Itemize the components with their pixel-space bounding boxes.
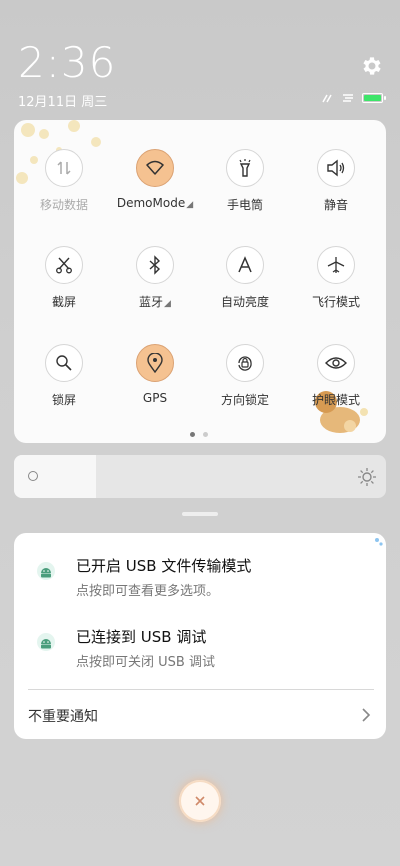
volume-icon: [317, 149, 355, 187]
brightness-slider[interactable]: [14, 455, 386, 498]
lock-screen-icon: [45, 344, 83, 382]
tile-silent[interactable]: 静音: [290, 149, 382, 213]
tile-label: 蓝牙: [139, 295, 164, 309]
unimportant-label: 不重要通知: [28, 709, 98, 725]
dropdown-caret-icon: ◢: [164, 299, 171, 309]
tile-auto-brightness[interactable]: 自动亮度: [199, 246, 291, 310]
notification-title: 已开启 USB 文件传输模式: [76, 557, 252, 575]
mobile-data-icon: [45, 149, 83, 187]
clock-time: 2:36: [18, 38, 117, 87]
tile-bluetooth[interactable]: 蓝牙◢: [109, 246, 201, 310]
page-dot-active[interactable]: [190, 432, 195, 437]
notification-usb-transfer[interactable]: 已开启 USB 文件传输模式 点按即可查看更多选项。: [14, 547, 386, 603]
airplane-icon: [317, 246, 355, 284]
brightness-fill: [14, 455, 96, 498]
brightness-low-icon: [28, 471, 38, 481]
tile-label: 自动亮度: [220, 295, 269, 309]
tile-label: 飞行模式: [311, 295, 360, 309]
clear-all-button[interactable]: [179, 780, 221, 822]
location-icon: [136, 344, 174, 382]
unimportant-notifications-row[interactable]: 不重要通知: [14, 691, 386, 739]
tile-flashlight[interactable]: 手电筒: [199, 149, 291, 213]
tile-demo-mode-wifi[interactable]: DemoMode◢: [109, 149, 201, 210]
tile-lock-screen[interactable]: 锁屏: [18, 344, 110, 408]
notification-card: 已开启 USB 文件传输模式 点按即可查看更多选项。 已连接到 USB 调试 点…: [14, 533, 386, 739]
corner-decoration-icon: [375, 538, 383, 546]
divider: [28, 689, 374, 690]
tile-screenshot[interactable]: 截屏: [18, 246, 110, 310]
auto-brightness-icon: [226, 246, 264, 284]
android-icon: [37, 562, 55, 580]
bluetooth-icon: [136, 246, 174, 284]
status-icons: [322, 90, 386, 106]
flashlight-icon: [226, 149, 264, 187]
data-transfer-icon: [343, 94, 353, 102]
clock-date: 12月11日 周三: [18, 95, 108, 110]
tile-label: 手电筒: [226, 198, 263, 212]
page-indicator: [190, 432, 208, 437]
battery-level-fill: [364, 95, 381, 101]
gear-icon[interactable]: [360, 54, 384, 78]
close-icon: [195, 796, 205, 806]
rotation-lock-icon: [226, 344, 264, 382]
notification-body: 点按即可关闭 USB 调试: [76, 655, 215, 670]
tile-label: 方向锁定: [220, 393, 269, 407]
tile-label: 移动数据: [39, 198, 88, 212]
tile-label: 锁屏: [51, 393, 76, 407]
drag-handle[interactable]: [182, 512, 218, 516]
tile-label: 护眼模式: [311, 393, 360, 407]
screenshot-icon: [45, 246, 83, 284]
tile-gps[interactable]: GPS: [109, 344, 201, 405]
tile-eye-protection[interactable]: 护眼模式: [290, 344, 382, 408]
quick-settings-panel: 移动数据 DemoMode◢ 手电筒 静音 截屏 蓝牙◢ 自动亮度 飞行模式 锁…: [14, 120, 386, 443]
page-dot[interactable]: [203, 432, 208, 437]
eye-icon: [317, 344, 355, 382]
tile-label: 截屏: [51, 295, 76, 309]
battery-icon: [362, 93, 386, 103]
brightness-high-icon: [358, 468, 376, 486]
tile-label: 静音: [323, 198, 348, 212]
tile-rotation-lock[interactable]: 方向锁定: [199, 344, 291, 408]
wifi-icon: [136, 149, 174, 187]
notification-title: 已连接到 USB 调试: [76, 628, 207, 646]
notification-usb-debugging[interactable]: 已连接到 USB 调试 点按即可关闭 USB 调试: [14, 618, 386, 674]
dropdown-caret-icon: ◢: [186, 200, 194, 210]
chevron-right-icon: [362, 708, 371, 722]
notification-body: 点按即可查看更多选项。: [76, 584, 220, 599]
android-icon: [37, 633, 55, 651]
tile-airplane-mode[interactable]: 飞行模式: [290, 246, 382, 310]
tile-label: DemoMode: [116, 196, 186, 210]
tile-label: GPS: [142, 391, 168, 405]
tile-mobile-data[interactable]: 移动数据: [18, 149, 110, 213]
signal-icon: [322, 94, 332, 103]
